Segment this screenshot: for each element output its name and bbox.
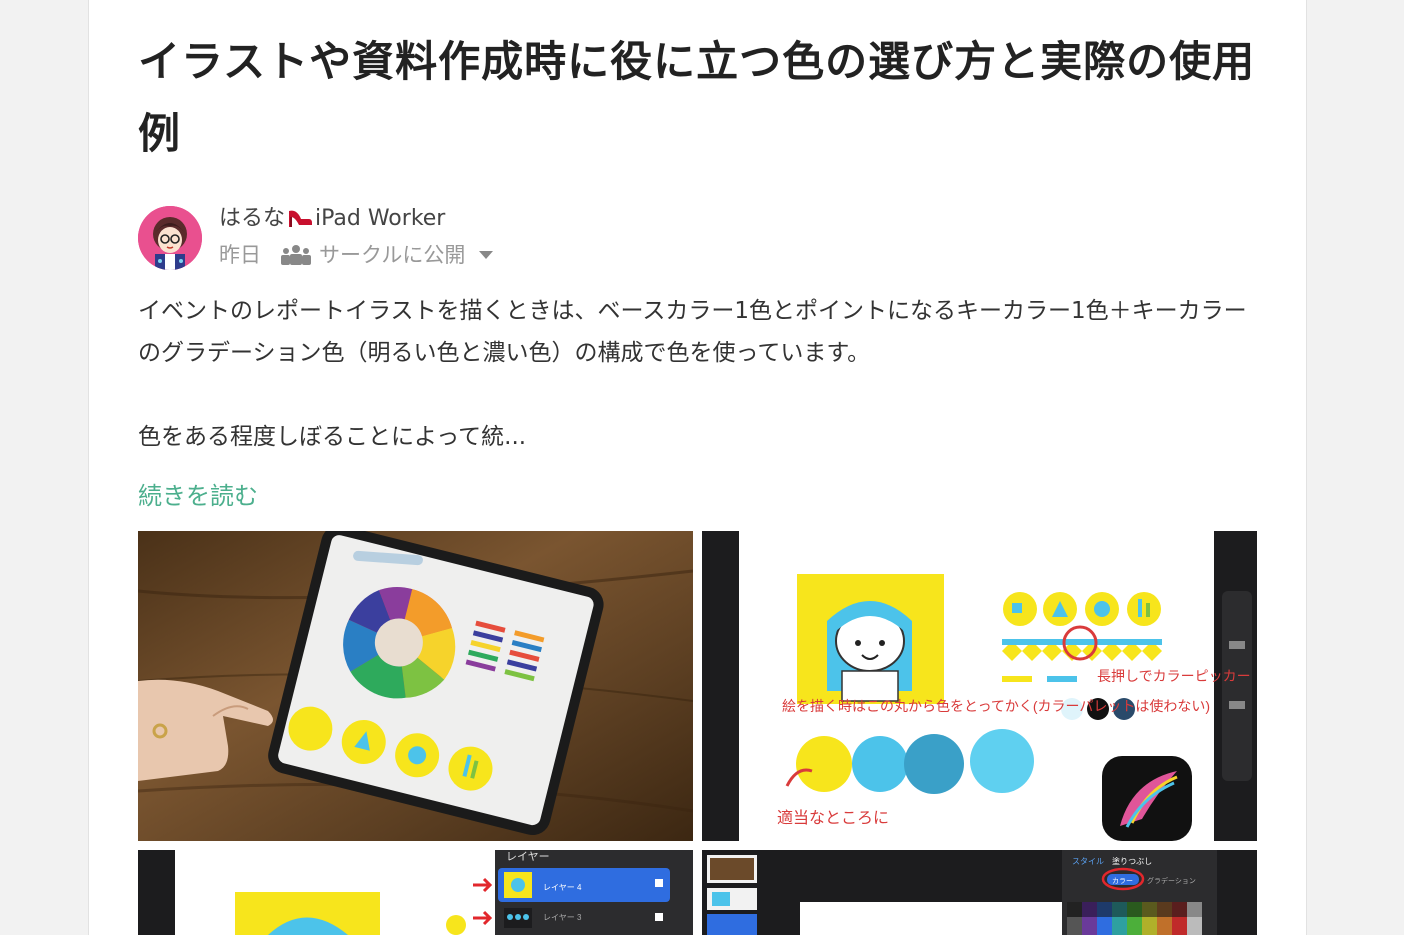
caption-bottom: 適当なところに	[777, 809, 889, 827]
post-body: イベントのレポートイラストを描くときは、ベースカラー1色とポイントになるキーカラ…	[138, 290, 1268, 458]
photo-ipad-color-wheel[interactable]	[138, 531, 693, 841]
tab-fill[interactable]: 塗りつぶし	[1112, 856, 1152, 866]
tab-color[interactable]: カラー	[1112, 877, 1133, 885]
caption-left: 絵を描く時はこの丸から色をとってかく(カラーパレットは使わない)	[782, 698, 1210, 714]
tab-gradient[interactable]: グラデーション	[1147, 876, 1196, 885]
chevron-down-icon[interactable]	[479, 251, 494, 259]
caption-right: 長押しでカラーピッカー	[1097, 668, 1251, 684]
layers-title: レイヤー	[506, 851, 550, 863]
body-paragraph: 色をある程度しぼることによって統...	[138, 424, 527, 450]
screenshot-fill-panel[interactable]: スタイル 塗りつぶし カラー グラデーション	[702, 850, 1257, 935]
author-row: はるな iPad Worker 昨日 サークルに公開	[138, 203, 738, 273]
avatar[interactable]	[138, 206, 202, 270]
post-meta: 昨日 サークルに公開	[219, 240, 494, 270]
author-name-suffix: iPad Worker	[315, 206, 446, 231]
screenshot-layers[interactable]: レイヤー レイヤー 4 レイヤー 3	[138, 850, 693, 935]
post-card: イラストや資料作成時に役に立つ色の選び方と実際の使用例 はるな iPad Work…	[88, 0, 1307, 935]
high-heel-icon	[287, 203, 313, 233]
author-name-prefix: はるな	[219, 206, 286, 231]
layer-b-label: レイヤー 3	[543, 913, 582, 922]
visibility-label[interactable]: サークルに公開	[319, 240, 465, 270]
tab-style[interactable]: スタイル	[1072, 857, 1104, 866]
read-more-link[interactable]: 続きを読む	[138, 476, 258, 516]
screenshot-color-illustration[interactable]: 絵を描く時はこの丸から色をとってかく(カラーパレットは使わない) 長押しでカラー…	[702, 531, 1257, 841]
post-date[interactable]: 昨日	[219, 240, 261, 270]
group-icon	[281, 244, 311, 266]
layer-a-label: レイヤー 4	[543, 883, 582, 892]
avatar-illustration	[138, 206, 202, 270]
author-name[interactable]: はるな iPad Worker	[219, 203, 445, 234]
post-title[interactable]: イラストや資料作成時に役に立つ色の選び方と実際の使用例	[138, 26, 1258, 170]
body-paragraph: イベントのレポートイラストを描くときは、ベースカラー1色とポイントになるキーカラ…	[138, 298, 1247, 366]
